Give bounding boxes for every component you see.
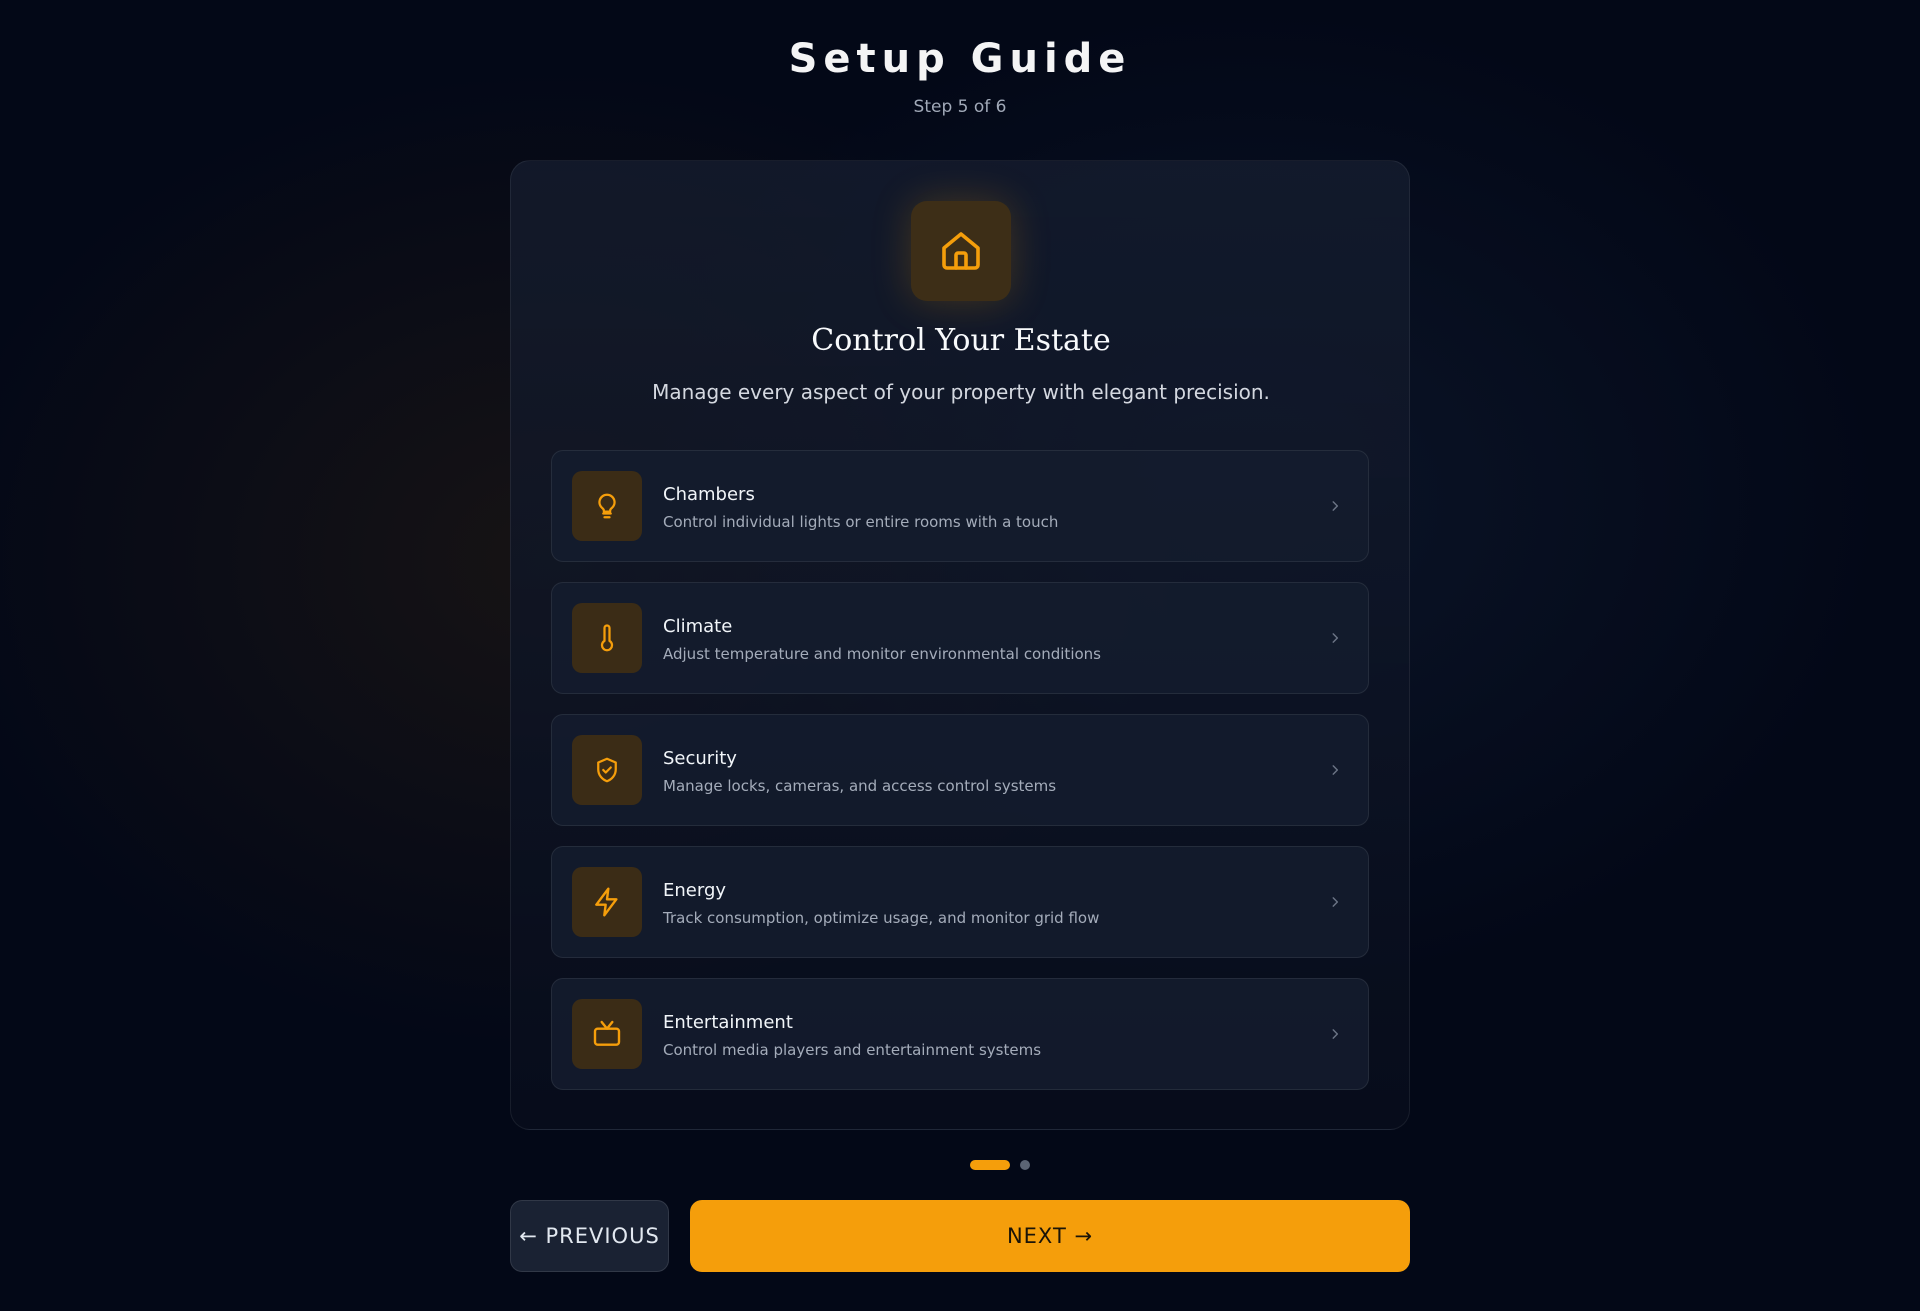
feature-description: Adjust temperature and monitor environme… <box>663 645 1101 663</box>
feature-security[interactable]: Security Manage locks, cameras, and acce… <box>551 714 1369 826</box>
pagination-dots <box>0 1160 1920 1170</box>
previous-button[interactable]: ← PREVIOUS <box>510 1200 669 1272</box>
pagination-dot[interactable] <box>1020 1160 1030 1170</box>
chevron-right-icon <box>1324 759 1346 781</box>
thermometer-icon <box>572 603 642 673</box>
feature-description: Control individual lights or entire room… <box>663 513 1059 531</box>
chevron-right-icon <box>1324 495 1346 517</box>
feature-climate[interactable]: Climate Adjust temperature and monitor e… <box>551 582 1369 694</box>
feature-chambers[interactable]: Chambers Control individual lights or en… <box>551 450 1369 562</box>
card-title: Control Your Estate <box>811 323 1111 358</box>
feature-name: Chambers <box>663 484 755 505</box>
shield-check-icon <box>572 735 642 805</box>
feature-entertainment[interactable]: Entertainment Control media players and … <box>551 978 1369 1090</box>
feature-list: Chambers Control individual lights or en… <box>551 450 1369 1110</box>
feature-name: Climate <box>663 616 733 637</box>
feature-name: Security <box>663 748 737 769</box>
next-button[interactable]: NEXT → <box>690 1200 1410 1272</box>
card-description: Manage every aspect of your property wit… <box>652 380 1270 404</box>
feature-name: Entertainment <box>663 1012 793 1033</box>
feature-name: Energy <box>663 880 727 901</box>
step-indicator: Step 5 of 6 <box>913 97 1007 117</box>
lightbulb-icon <box>572 471 642 541</box>
feature-energy[interactable]: Energy Track consumption, optimize usage… <box>551 846 1369 958</box>
page-title: Setup Guide <box>788 36 1132 82</box>
setup-card: Control Your Estate Manage every aspect … <box>510 160 1410 1130</box>
lightning-icon <box>572 867 642 937</box>
feature-description: Manage locks, cameras, and access contro… <box>663 777 1057 795</box>
chevron-right-icon <box>1324 1023 1346 1045</box>
home-icon <box>911 201 1011 301</box>
chevron-right-icon <box>1324 891 1346 913</box>
chevron-right-icon <box>1324 627 1346 649</box>
pagination-dot-active[interactable] <box>970 1160 1010 1170</box>
tv-icon <box>572 999 642 1069</box>
feature-description: Track consumption, optimize usage, and m… <box>663 909 1100 927</box>
feature-description: Control media players and entertainment … <box>663 1041 1042 1059</box>
